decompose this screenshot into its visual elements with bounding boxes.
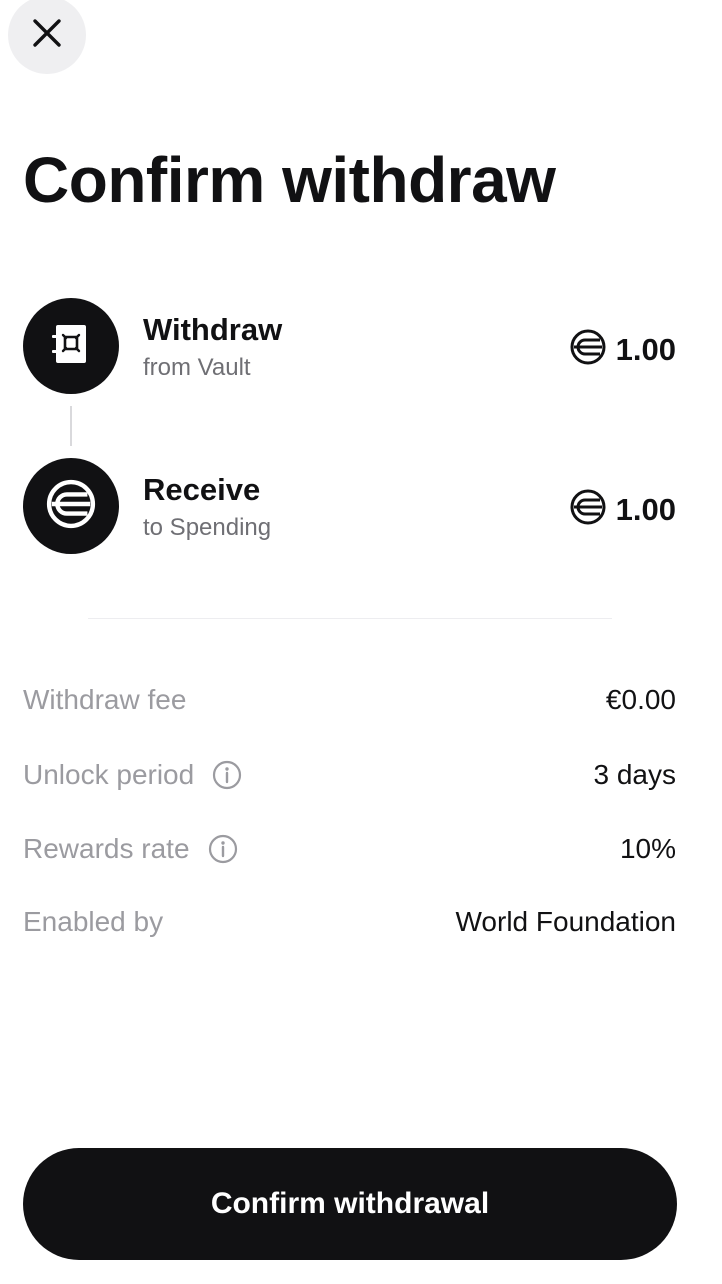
enabled-by-label-text: Enabled by: [23, 906, 164, 937]
info-icon[interactable]: [212, 760, 242, 790]
section-divider: [88, 618, 612, 619]
enabled-by-label: Enabled by: [23, 905, 163, 939]
withdraw-fee-label: Withdraw fee: [23, 683, 186, 717]
page-title: Confirm withdraw: [23, 144, 556, 216]
worldcoin-icon: [569, 488, 607, 531]
worldcoin-icon: [45, 478, 97, 535]
info-icon[interactable]: [208, 834, 238, 864]
unlock-period-label: Unlock period: [23, 758, 242, 792]
receive-step-title: Receive: [143, 472, 261, 507]
worldcoin-avatar: [23, 458, 119, 554]
rewards-rate-label-text: Rewards rate: [23, 833, 190, 864]
unlock-period-value: 3 days: [593, 759, 677, 790]
close-button[interactable]: [8, 0, 86, 74]
receive-amount: 1.00: [569, 488, 676, 531]
rewards-rate-label: Rewards rate: [23, 832, 238, 866]
vault-icon: [51, 322, 91, 371]
unlock-period-label-text: Unlock period: [23, 759, 195, 790]
withdraw-fee-label-text: Withdraw fee: [23, 684, 187, 715]
receive-step-subtitle: to Spending: [143, 514, 272, 541]
vault-avatar: [23, 298, 119, 394]
confirm-withdrawal-button[interactable]: Confirm withdrawal: [23, 1148, 677, 1260]
withdraw-amount: 1.00: [569, 328, 676, 371]
withdraw-step-title: Withdraw: [143, 312, 283, 347]
receive-amount-value: 1.00: [615, 491, 676, 527]
close-icon: [30, 16, 64, 55]
withdraw-step-subtitle: from Vault: [143, 354, 251, 381]
rewards-rate-value: 10%: [619, 833, 676, 864]
withdraw-fee-value: €0.00: [605, 684, 676, 715]
worldcoin-icon: [569, 328, 607, 371]
enabled-by-value: World Foundation: [455, 906, 677, 937]
step-connector: [70, 406, 72, 446]
withdraw-amount-value: 1.00: [615, 331, 676, 367]
